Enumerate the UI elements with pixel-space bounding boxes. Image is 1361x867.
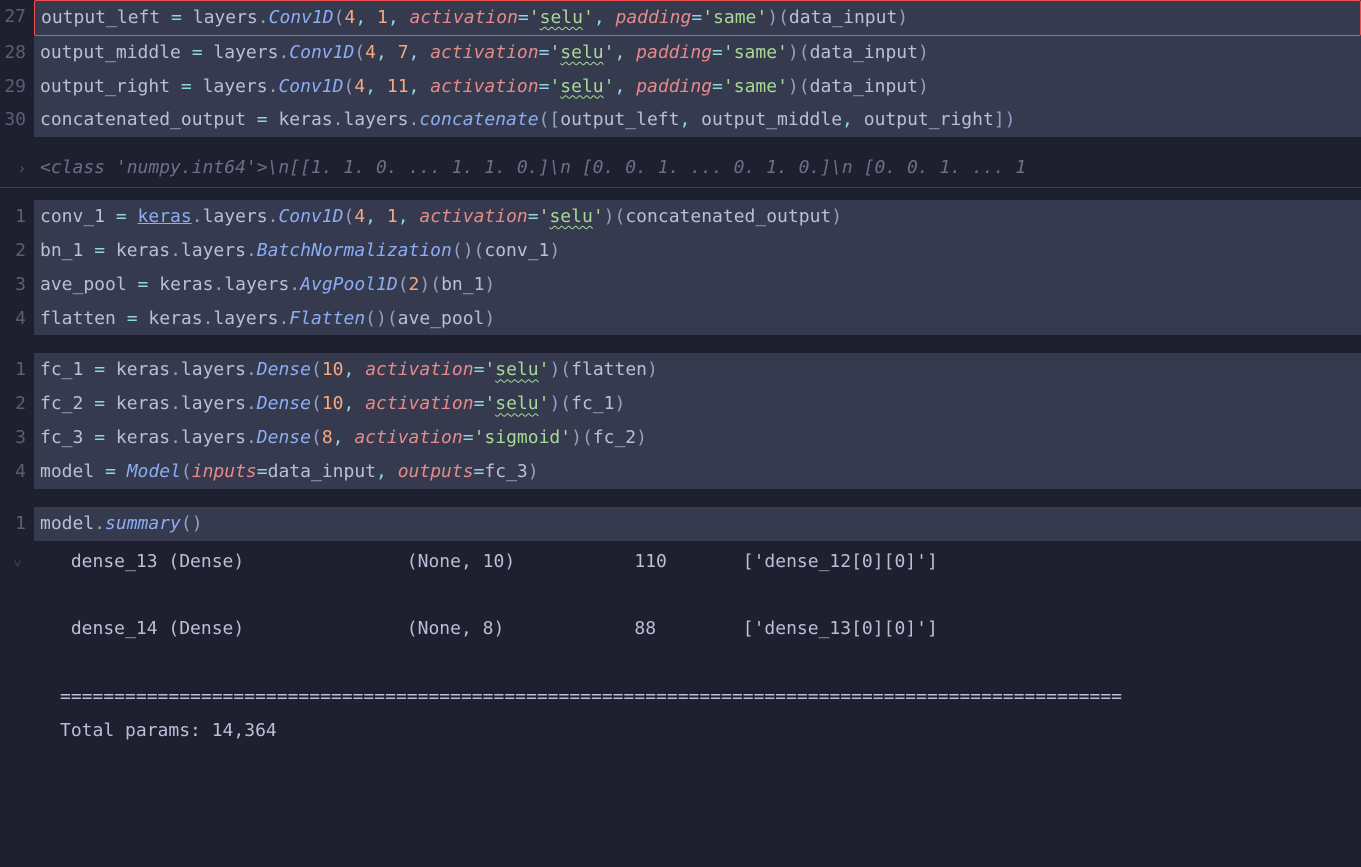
line-number: 3 (0, 268, 34, 302)
line-number: 4 (0, 455, 34, 489)
code-cell-2[interactable]: 1conv_1 = keras.layers.Conv1D(4, 1, acti… (0, 200, 1361, 335)
line-number: 1 (0, 353, 34, 387)
code-line[interactable]: 3ave_pool = keras.layers.AvgPool1D(2)(bn… (0, 268, 1361, 302)
code-text[interactable]: model.summary() (34, 507, 1361, 541)
code-text[interactable]: fc_2 = keras.layers.Dense(10, activation… (34, 387, 1361, 421)
line-number: 29 (0, 70, 34, 104)
code-text[interactable]: ave_pool = keras.layers.AvgPool1D(2)(bn_… (34, 268, 1361, 302)
code-text[interactable]: output_left = layers.Conv1D(4, 1, activa… (34, 0, 1361, 36)
line-number: 1 (0, 507, 34, 541)
summary-output-body: dense_13 (Dense) (None, 10) 110 ['dense_… (34, 545, 1361, 748)
code-text[interactable]: concatenated_output = keras.layers.conca… (34, 103, 1361, 137)
chevron-right-icon[interactable]: › (18, 162, 26, 177)
code-line[interactable]: 2bn_1 = keras.layers.BatchNormalization(… (0, 234, 1361, 268)
code-line[interactable]: 2fc_2 = keras.layers.Dense(10, activatio… (0, 387, 1361, 421)
code-text[interactable]: output_right = layers.Conv1D(4, 11, acti… (34, 70, 1361, 104)
cell-output-2: ˅ dense_13 (Dense) (None, 10) 110 ['dens… (0, 545, 1361, 748)
line-number: 30 (0, 103, 34, 137)
line-number: 2 (0, 387, 34, 421)
code-line[interactable]: 28output_middle = layers.Conv1D(4, 7, ac… (0, 36, 1361, 70)
code-text[interactable]: model = Model(inputs=data_input, outputs… (34, 455, 1361, 489)
code-line[interactable]: 4flatten = keras.layers.Flatten()(ave_po… (0, 302, 1361, 336)
cell-output-1: › <class 'numpy.int64'>\n[[1. 1. 0. ... … (0, 151, 1361, 188)
line-number: 4 (0, 302, 34, 336)
code-line[interactable]: 3fc_3 = keras.layers.Dense(8, activation… (0, 421, 1361, 455)
code-line[interactable]: 30concatenated_output = keras.layers.con… (0, 103, 1361, 137)
code-text[interactable]: bn_1 = keras.layers.BatchNormalization()… (34, 234, 1361, 268)
code-line[interactable]: 4model = Model(inputs=data_input, output… (0, 455, 1361, 489)
code-line[interactable]: 27output_left = layers.Conv1D(4, 1, acti… (0, 0, 1361, 36)
code-line[interactable]: 1conv_1 = keras.layers.Conv1D(4, 1, acti… (0, 200, 1361, 234)
code-text[interactable]: fc_3 = keras.layers.Dense(8, activation=… (34, 421, 1361, 455)
code-line[interactable]: 1model.summary() (0, 507, 1361, 541)
chevron-down-icon[interactable]: ˅ (14, 557, 21, 572)
line-number: 3 (0, 421, 34, 455)
code-text[interactable]: output_middle = layers.Conv1D(4, 7, acti… (34, 36, 1361, 70)
code-cell-1[interactable]: 27output_left = layers.Conv1D(4, 1, acti… (0, 0, 1361, 137)
code-line[interactable]: 29output_right = layers.Conv1D(4, 11, ac… (0, 70, 1361, 104)
code-text[interactable]: flatten = keras.layers.Flatten()(ave_poo… (34, 302, 1361, 336)
code-text[interactable]: conv_1 = keras.layers.Conv1D(4, 1, activ… (34, 200, 1361, 234)
line-number: 28 (0, 36, 34, 70)
code-line[interactable]: 1fc_1 = keras.layers.Dense(10, activatio… (0, 353, 1361, 387)
output-text: <class 'numpy.int64'>\n[[1. 1. 0. ... 1.… (34, 151, 1361, 185)
code-text[interactable]: fc_1 = keras.layers.Dense(10, activation… (34, 353, 1361, 387)
code-cell-4[interactable]: 1model.summary() (0, 507, 1361, 541)
line-number: 2 (0, 234, 34, 268)
code-editor[interactable]: 27output_left = layers.Conv1D(4, 1, acti… (0, 0, 1361, 748)
line-number: 27 (0, 0, 34, 34)
code-cell-3[interactable]: 1fc_1 = keras.layers.Dense(10, activatio… (0, 353, 1361, 488)
line-number: 1 (0, 200, 34, 234)
